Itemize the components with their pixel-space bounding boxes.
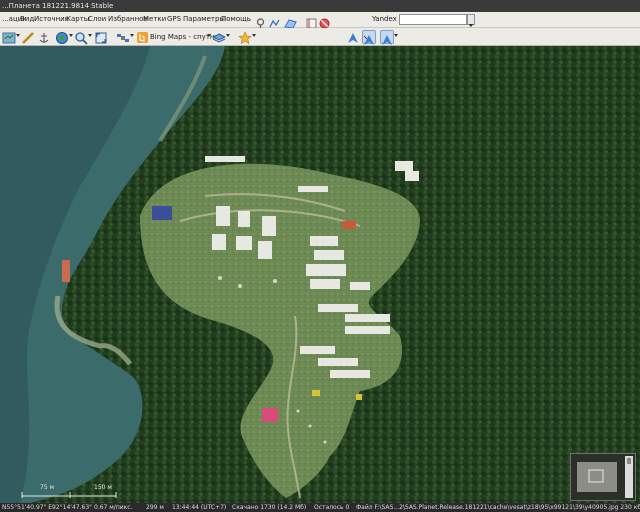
menu-item-help[interactable]: Помощь	[221, 12, 251, 27]
anchor-button[interactable]	[37, 30, 51, 44]
chevron-down-icon[interactable]	[16, 34, 20, 37]
window-title-bar: ...Планета 181221.9814 Stable	[0, 0, 640, 12]
gps-track-button[interactable]	[362, 30, 376, 45]
satellite-button[interactable]	[116, 30, 130, 44]
anchor-icon	[39, 33, 49, 43]
chevron-down-icon[interactable]	[252, 34, 256, 37]
search-input[interactable]	[399, 14, 467, 25]
chevron-down-icon[interactable]	[226, 34, 230, 37]
globe-button[interactable]	[55, 30, 69, 44]
marks-manager-icon[interactable]	[306, 14, 317, 29]
menu-item-source[interactable]: Источник	[34, 12, 69, 27]
status-bar: N55°51'40.97" E92°14'47.63" 0.67 м/пикс.…	[0, 503, 640, 512]
layers-button[interactable]	[211, 30, 227, 44]
chevron-down-icon[interactable]	[207, 34, 211, 37]
map-source-button[interactable]: Bing Maps - спутник	[136, 30, 223, 44]
status-resolution: 0.67 м/пикс.	[94, 504, 133, 511]
menu-item-parameters[interactable]: Параметры	[183, 12, 225, 27]
search-provider-select[interactable]: Yandex	[372, 14, 398, 25]
menu-item-layers[interactable]: Слои	[88, 12, 106, 27]
add-path-icon[interactable]	[269, 14, 280, 28]
chevron-down-icon[interactable]	[69, 34, 73, 37]
menu-item-maps[interactable]: Карты	[66, 12, 89, 27]
status-coords: N55°51'40.97" E92°14'47.63"	[2, 504, 92, 511]
window-title: ...Планета 181221.9814 Stable	[2, 2, 114, 10]
gps-connect-button[interactable]	[346, 30, 360, 44]
status-remaining: Осталось 0	[314, 504, 350, 511]
gps-track-icon	[363, 35, 374, 45]
minimap[interactable]	[570, 453, 636, 501]
gps-icon	[348, 33, 358, 43]
gps-center-button[interactable]	[380, 30, 394, 45]
layers-icon	[211, 33, 227, 43]
fullscreen-icon	[95, 32, 107, 44]
chevron-down-icon[interactable]	[130, 34, 134, 37]
menu-item-view[interactable]: Вид	[20, 12, 34, 27]
menu-item-favorites[interactable]: Избранное	[108, 12, 148, 27]
chevron-down-icon[interactable]	[394, 34, 398, 37]
scale-label-left: 75 м	[40, 484, 55, 491]
chevron-down-icon[interactable]	[88, 34, 92, 37]
menu-item-gps[interactable]: GPS	[167, 12, 181, 27]
menu-bar: ...ации Вид Источник Карты Слои Избранно…	[0, 12, 640, 29]
zoom-button[interactable]	[74, 30, 88, 45]
satellite-map[interactable]: 75 м 150 м	[0, 46, 640, 503]
satellite-icon	[117, 34, 129, 42]
stop-icon[interactable]	[319, 14, 330, 29]
menu-item-marks[interactable]: Метки	[143, 12, 166, 27]
status-downloaded: Скачано 1730 (14.2 Мб)	[232, 504, 307, 511]
star-icon	[238, 31, 252, 45]
add-polygon-icon[interactable]	[284, 14, 297, 29]
status-time: 13:44:44 (UTC+7)	[172, 504, 227, 511]
globe-icon	[56, 32, 68, 44]
ruler-button[interactable]	[21, 30, 35, 44]
move-map-button[interactable]	[2, 30, 16, 44]
favorites-button[interactable]	[238, 30, 252, 45]
add-placemark-icon[interactable]	[255, 14, 266, 29]
status-distance: 299 м	[146, 504, 164, 511]
fullscreen-button[interactable]	[94, 30, 108, 44]
status-file: Файл F:\SAS...2\SAS.Planet.Release.18122…	[356, 504, 640, 511]
gps-center-icon	[382, 35, 392, 45]
scale-label-right: 150 м	[94, 484, 112, 491]
map-move-icon	[2, 32, 16, 44]
satellite-imagery	[0, 46, 640, 503]
zoom-icon	[75, 32, 88, 45]
ruler-icon	[22, 32, 34, 44]
bing-icon	[137, 31, 148, 43]
search-dropdown-button[interactable]	[467, 14, 475, 27]
main-toolbar: Bing Maps - спутник	[0, 28, 640, 46]
minimap-view	[571, 454, 635, 500]
